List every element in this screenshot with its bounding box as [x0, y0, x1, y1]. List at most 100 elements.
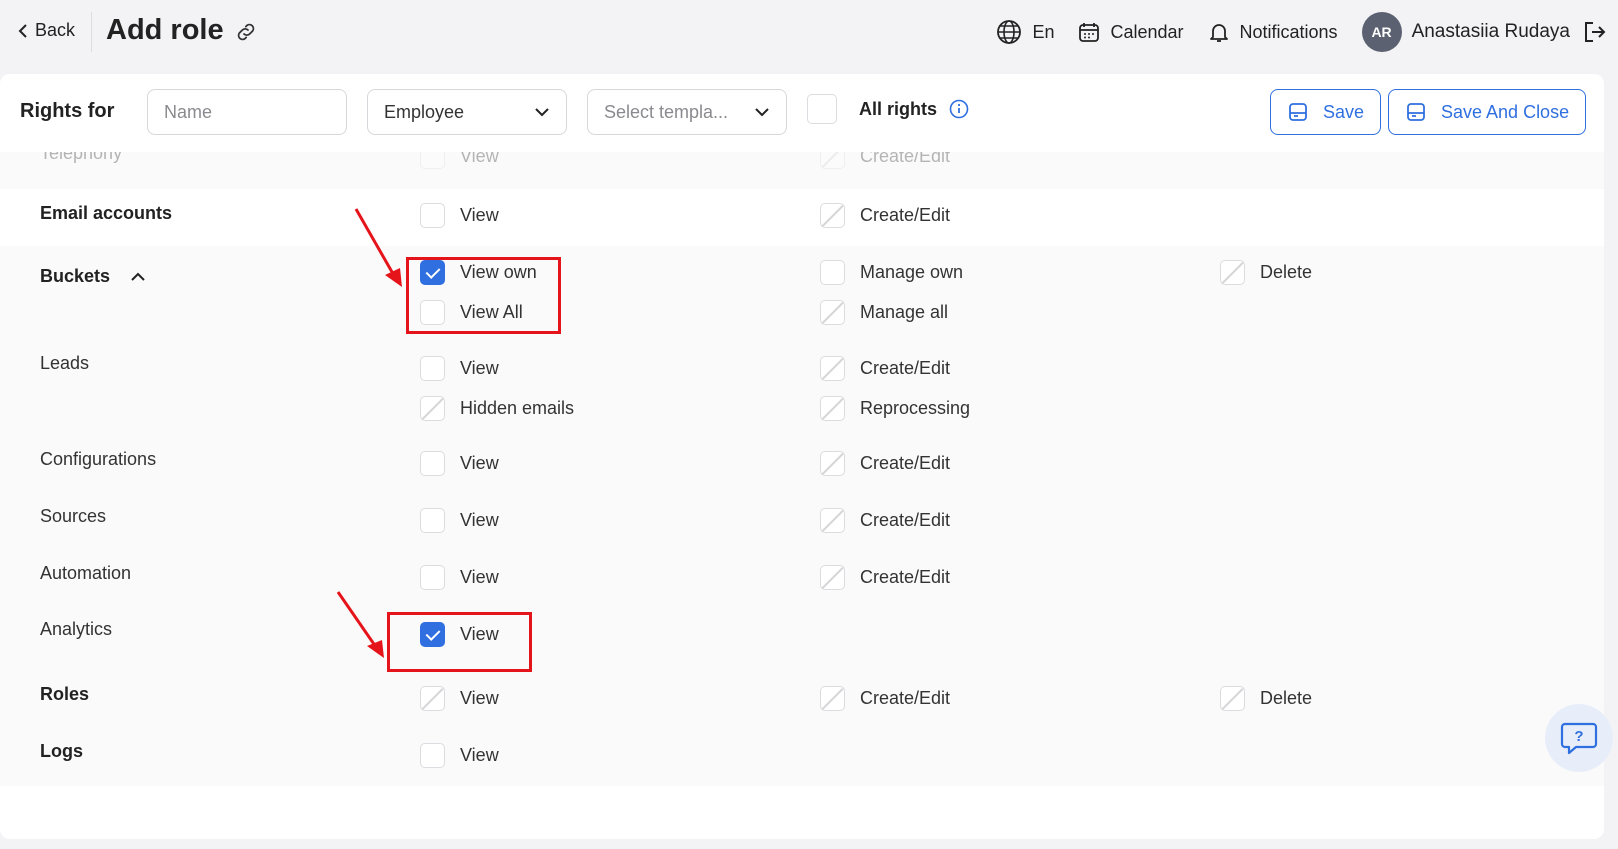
- option-label: Create/Edit: [860, 567, 951, 587]
- user-name: Anastasiia Rudaya: [1411, 21, 1570, 42]
- name-input[interactable]: Name: [147, 89, 347, 135]
- checkbox[interactable]: [820, 260, 845, 285]
- option-label: Manage own: [860, 262, 964, 282]
- svg-text:?: ?: [1574, 728, 1583, 745]
- page-title: Add role: [106, 14, 224, 46]
- automation-view[interactable]: View: [420, 565, 499, 590]
- save-and-close-button[interactable]: Save And Close: [1388, 89, 1587, 135]
- checkbox[interactable]: [420, 508, 445, 533]
- checkbox: [820, 300, 845, 325]
- option-label: View: [460, 205, 499, 225]
- checkbox: [1220, 260, 1245, 285]
- checkbox: [820, 356, 845, 381]
- chevron-left-icon: [18, 23, 27, 38]
- checkbox[interactable]: [420, 743, 445, 768]
- back-label: Back: [35, 20, 76, 40]
- permission-label: Email accounts: [40, 203, 173, 223]
- permission-label: Logs: [40, 741, 83, 761]
- help-chat-button[interactable]: ?: [1545, 704, 1613, 772]
- checkbox: [420, 686, 445, 711]
- logout-icon[interactable]: [1582, 20, 1606, 44]
- option-label: View: [460, 510, 499, 530]
- language-switcher[interactable]: En: [996, 19, 1054, 45]
- option-label: View: [460, 567, 499, 587]
- chevron-up-icon[interactable]: [130, 269, 146, 285]
- automation-create-edit[interactable]: Create/Edit: [820, 565, 950, 590]
- buckets-manage-own[interactable]: Manage own: [820, 260, 963, 285]
- info-icon[interactable]: [949, 99, 969, 119]
- header-actions: En Calendar Notifications AR Anastasiia …: [972, 12, 1606, 52]
- arrow-annotation-icon: [354, 208, 402, 287]
- checkbox: [420, 396, 445, 421]
- all-rights-toggle[interactable]: All rights: [807, 94, 969, 124]
- checkbox: [820, 686, 845, 711]
- notifications-label: Notifications: [1239, 21, 1338, 42]
- checkbox: [820, 451, 845, 476]
- language-label: En: [1032, 21, 1055, 42]
- checkbox: [820, 396, 845, 421]
- checkbox[interactable]: [420, 356, 445, 381]
- user-menu[interactable]: AR Anastasiia Rudaya: [1361, 12, 1570, 52]
- checkbox: [1220, 686, 1245, 711]
- leads-create-edit[interactable]: Create/Edit: [820, 356, 950, 381]
- logs-view[interactable]: View: [420, 743, 499, 768]
- checkbox[interactable]: [420, 203, 445, 228]
- buckets-manage-all[interactable]: Manage all: [820, 300, 948, 325]
- checkbox: [820, 203, 845, 228]
- all-rights-checkbox[interactable]: [807, 94, 837, 124]
- save-label: Save: [1323, 101, 1365, 122]
- configurations-view[interactable]: View: [420, 451, 499, 476]
- option-label: Manage all: [860, 302, 949, 322]
- leads-hidden-emails[interactable]: Hidden emails: [420, 396, 574, 421]
- leads-reprocessing[interactable]: Reprocessing: [820, 396, 970, 421]
- save-button[interactable]: Save: [1270, 89, 1382, 135]
- option-label: Create/Edit: [860, 510, 951, 530]
- save-and-close-label: Save And Close: [1441, 101, 1570, 122]
- email-accounts-create-edit[interactable]: Create/Edit: [820, 203, 950, 228]
- option-label: Create/Edit: [860, 358, 951, 378]
- leads-view[interactable]: View: [420, 356, 499, 381]
- option-label: Create/Edit: [860, 205, 951, 225]
- buckets-delete[interactable]: Delete: [1220, 260, 1312, 285]
- role-type-value: Employee: [384, 101, 465, 122]
- chevron-down-icon: [755, 108, 769, 117]
- link-icon[interactable]: [234, 20, 258, 44]
- calendar-link[interactable]: Calendar: [1078, 21, 1184, 43]
- buckets-group-header[interactable]: Buckets: [40, 266, 146, 287]
- bell-icon: [1209, 24, 1228, 42]
- roles-create-edit[interactable]: Create/Edit: [820, 686, 950, 711]
- back-button[interactable]: Back: [17, 20, 75, 41]
- checkbox[interactable]: [420, 451, 445, 476]
- sources-view[interactable]: View: [420, 508, 499, 533]
- email-accounts-view[interactable]: View: [420, 203, 499, 228]
- template-select[interactable]: Select templa...: [587, 89, 787, 135]
- highlight-box-buckets: [406, 257, 561, 334]
- template-placeholder: Select templa...: [604, 101, 729, 122]
- option-label: Create/Edit: [860, 453, 951, 473]
- arrow-annotation-icon: [336, 591, 384, 658]
- name-placeholder: Name: [164, 101, 213, 122]
- all-rights-label: All rights: [859, 98, 938, 119]
- role-type-select[interactable]: Employee: [367, 89, 567, 135]
- save-icon: [1407, 103, 1425, 121]
- divider: [91, 12, 92, 52]
- roles-delete[interactable]: Delete: [1220, 686, 1312, 711]
- option-label: Hidden emails: [460, 398, 575, 418]
- notifications-link[interactable]: Notifications: [1208, 21, 1338, 43]
- option-label: Delete: [1260, 688, 1313, 708]
- permission-group-buckets: Buckets View own View All Manage own Man…: [0, 246, 1604, 745]
- filters-bar: Rights for Name Employee Select templa..…: [0, 74, 1604, 152]
- sources-create-edit[interactable]: Create/Edit: [820, 508, 950, 533]
- rights-for-label: Rights for: [20, 100, 115, 122]
- option-label: Create/Edit: [860, 688, 951, 708]
- calendar-label: Calendar: [1110, 21, 1184, 42]
- option-label: Delete: [1260, 262, 1313, 282]
- option-label: View: [460, 453, 499, 473]
- roles-view[interactable]: View: [420, 686, 499, 711]
- checkbox[interactable]: [420, 565, 445, 590]
- permission-row-logs: Logs View: [0, 729, 1604, 786]
- configurations-create-edit[interactable]: Create/Edit: [820, 451, 950, 476]
- avatar: AR: [1361, 12, 1402, 52]
- calendar-icon: [1079, 23, 1100, 42]
- permission-row-email-accounts: Email accounts View Create/Edit: [0, 189, 1604, 246]
